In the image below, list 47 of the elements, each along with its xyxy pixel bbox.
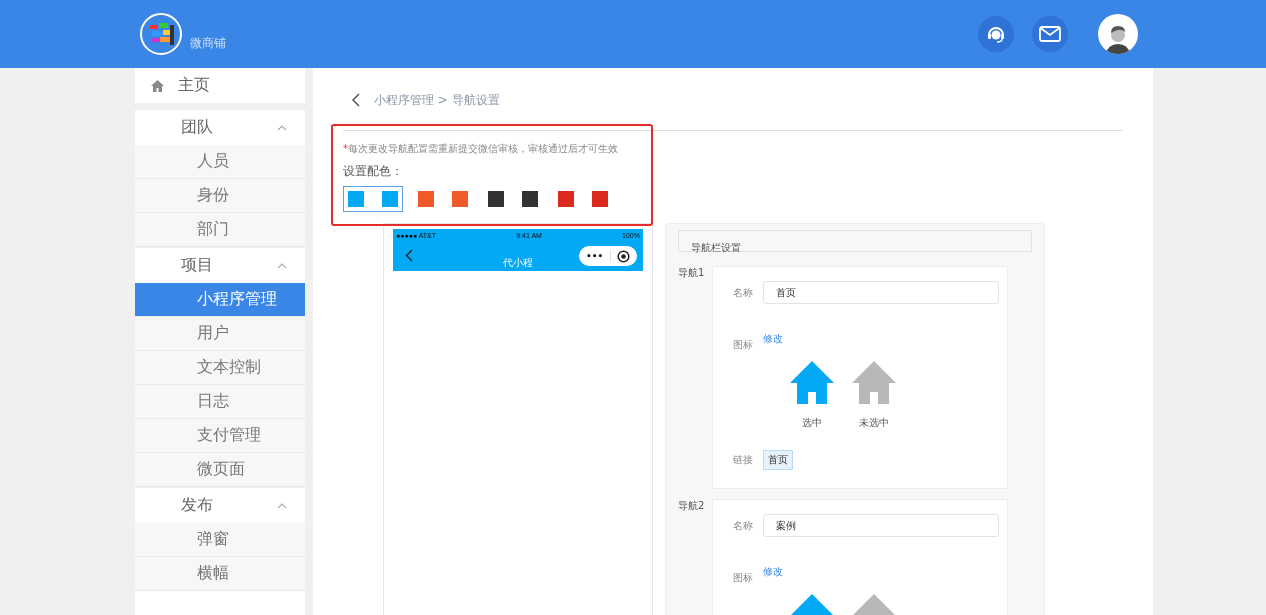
link-tag[interactable]: 首页 [763,450,793,470]
brand-name: 微商铺 [190,34,226,52]
sidebar-item[interactable]: 身份 [135,179,305,213]
back-icon [405,249,413,262]
edit-link[interactable]: 修改 [763,565,783,579]
caret-icon [277,502,287,509]
avatar-icon[interactable] [1098,14,1138,54]
logo-icon [140,13,182,55]
capsule-button[interactable]: ••• [579,246,637,266]
sidebar-item-label: 主页 [178,75,210,96]
target-icon [616,249,630,263]
notice-text: *每次更改导航配置需重新提交微信审核，审核通过后才可生效 [343,142,619,156]
back-icon[interactable] [351,93,360,107]
nav-label: 导航1 [678,266,702,280]
home-icon [151,79,164,92]
breadcrumb: 小程序管理 > 导航设置 [374,91,500,109]
sidebar-item[interactable]: 支付管理 [135,419,305,453]
sidebar-item[interactable]: 日志 [135,385,305,419]
sidebar-item[interactable]: 人员 [135,145,305,179]
palette-label: 设置配色： [343,163,404,180]
sidebar-item[interactable]: 文本控制 [135,351,305,385]
panel-title: 导航栏设置 [678,230,1032,252]
caret-icon [277,124,287,131]
field-label: 图标 [733,338,753,352]
edit-link[interactable]: 修改 [763,332,783,346]
home-icon [851,360,897,406]
field-label: 链接 [733,453,753,467]
support-icon[interactable] [978,16,1014,52]
name-input[interactable]: 首页 [763,281,999,304]
sidebar-item[interactable]: 横幅 [135,557,305,591]
sidebar-item[interactable]: 微页面 [135,453,305,487]
caret-icon [277,262,287,269]
field-label: 名称 [733,285,753,300]
mail-icon[interactable] [1032,16,1068,52]
color-swatch[interactable] [343,186,403,212]
name-input[interactable]: 案例 [763,514,999,537]
icon-caption: 选中 [802,416,822,430]
sidebar-item[interactable]: 小程序管理 [135,283,305,317]
phone-title: 代小程 [503,256,533,270]
sidebar-item[interactable]: 部门 [135,213,305,247]
icon-caption: 未选中 [859,416,889,430]
sidebar-item[interactable]: 弹窗 [135,523,305,557]
field-label: 名称 [733,518,753,533]
sidebar-item[interactable]: 用户 [135,317,305,351]
nav-label: 导航2 [678,499,702,513]
field-label: 图标 [733,571,753,585]
home-icon [789,360,835,406]
